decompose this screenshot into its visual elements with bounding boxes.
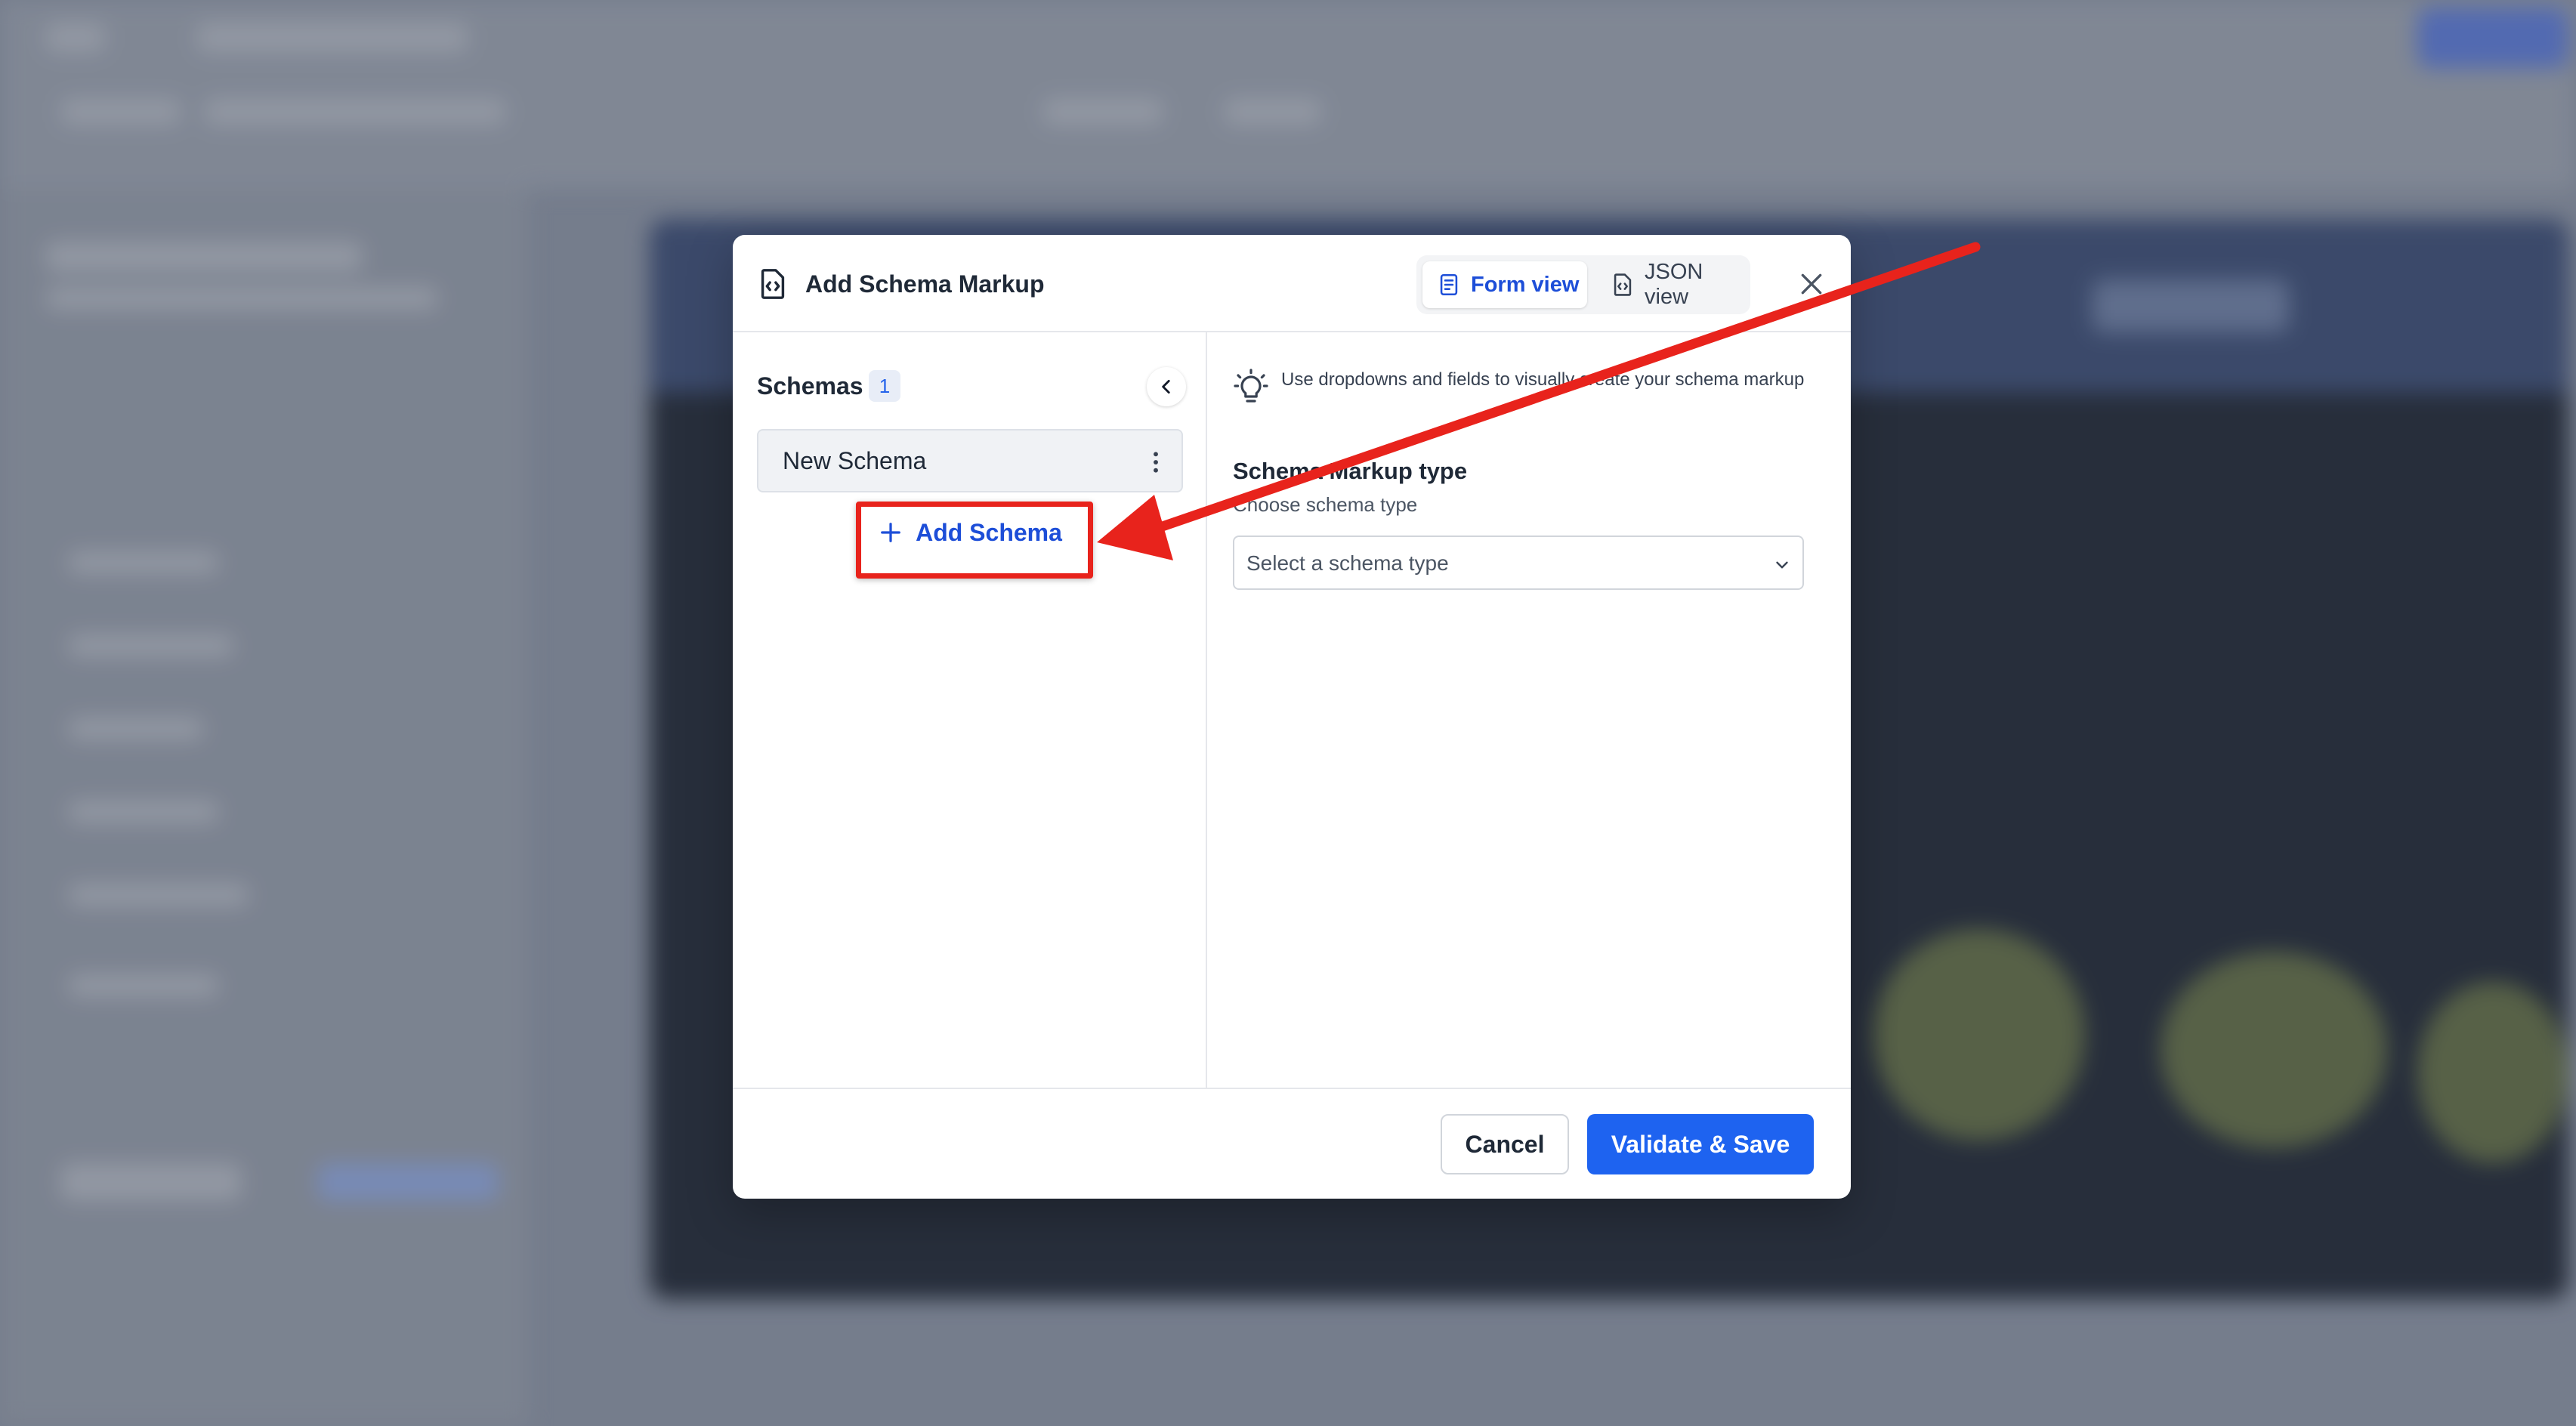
code-file-icon: [761, 269, 785, 299]
schema-type-label: Schema Markup type: [1233, 458, 1468, 484]
schema-type-help-text: Choose schema type: [1233, 493, 1418, 516]
modal-footer: Cancel Validate & Save: [733, 1088, 1851, 1199]
validate-save-button[interactable]: Validate & Save: [1587, 1114, 1814, 1174]
chevron-left-icon: [1162, 380, 1170, 394]
modal-title: Add Schema Markup: [805, 270, 1045, 298]
cancel-button[interactable]: Cancel: [1441, 1114, 1569, 1174]
more-options-icon[interactable]: [1151, 450, 1160, 474]
schema-item-label: New Schema: [783, 447, 927, 474]
collapse-panel-button[interactable]: [1147, 367, 1186, 406]
schema-type-placeholder: Select a schema type: [1246, 551, 1449, 575]
form-icon: [1440, 273, 1458, 296]
modal-header: Add Schema Markup Form view JSON view: [733, 235, 1851, 332]
chevron-down-icon: [1776, 561, 1788, 569]
schema-type-select[interactable]: Select a schema type: [1233, 536, 1804, 590]
tab-json-view[interactable]: JSON view: [1596, 260, 1747, 309]
json-file-icon: [1614, 273, 1632, 296]
annotation-highlight-box: [856, 502, 1093, 579]
close-icon[interactable]: [1796, 269, 1827, 299]
tab-json-view-label: JSON view: [1645, 260, 1703, 309]
view-toggle: Form view JSON view: [1416, 255, 1750, 314]
schemas-panel: Schemas 1 New Schema Add Schema: [733, 332, 1207, 1088]
tab-form-view[interactable]: Form view: [1422, 261, 1587, 308]
schemas-count-badge: 1: [869, 370, 900, 402]
schema-list-item[interactable]: New Schema: [757, 429, 1183, 492]
schemas-heading: Schemas: [757, 372, 863, 400]
tab-form-view-label: Form view: [1471, 272, 1580, 297]
lightbulb-icon: [1234, 369, 1268, 403]
form-hint-text: Use dropdowns and fields to visually cre…: [1281, 369, 1805, 390]
add-schema-modal: Add Schema Markup Form view JSON view Sc…: [733, 235, 1851, 1199]
